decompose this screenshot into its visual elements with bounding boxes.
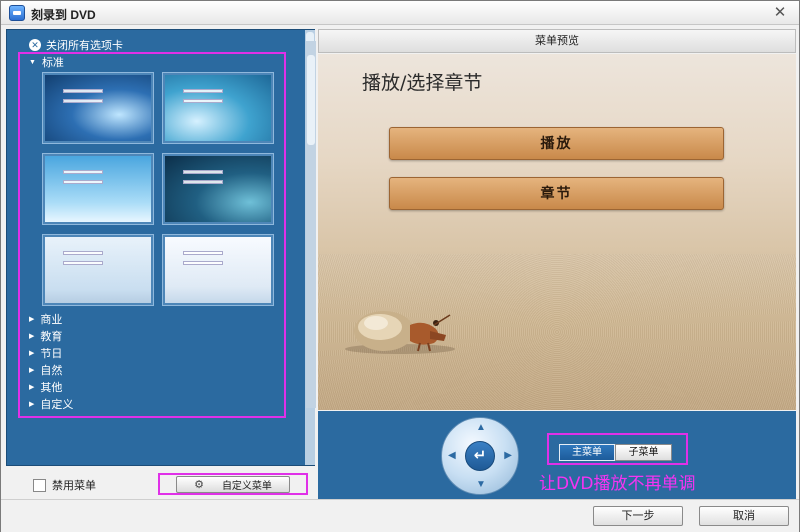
x-circle-icon: ✕	[29, 39, 41, 51]
template-thumbnail-3[interactable]	[42, 153, 154, 225]
category-label: 节日	[40, 348, 63, 360]
category-business[interactable]: ▶ 商业	[29, 311, 62, 327]
category-holiday[interactable]: ▶ 节日	[29, 345, 62, 361]
play-button[interactable]: 播放	[389, 127, 724, 160]
arrow-right-icon[interactable]: ▶	[504, 450, 512, 461]
template-thumbnail-1[interactable]	[42, 72, 154, 144]
close-window-button[interactable]: ✕	[771, 4, 789, 22]
disable-menu-toggle[interactable]: 禁用菜单	[33, 477, 96, 493]
window-title: 刻录到 DVD	[31, 8, 96, 22]
menu-preview-header: 菜单预览	[318, 29, 796, 53]
tab-main-menu[interactable]: 主菜单	[559, 444, 615, 461]
template-thumbnail-5[interactable]	[42, 234, 154, 306]
close-all-tabs[interactable]: ✕ 关闭所有选项卡	[29, 37, 123, 53]
chevron-right-icon: ▶	[29, 367, 35, 374]
chevron-right-icon: ▶	[29, 384, 35, 391]
arrow-left-icon[interactable]: ◀	[448, 450, 456, 461]
category-custom[interactable]: ▶ 自定义	[29, 396, 73, 412]
chevron-right-icon: ▶	[29, 333, 35, 340]
disable-menu-label: 禁用菜单	[52, 480, 96, 492]
category-label: 自然	[40, 365, 63, 377]
cancel-button[interactable]: 取消	[699, 506, 789, 526]
template-thumbnail-4[interactable]	[162, 153, 274, 225]
preview-scrollbar[interactable]	[306, 41, 316, 408]
app-icon	[9, 5, 25, 21]
category-label: 其他	[40, 382, 63, 394]
custom-menu-button[interactable]: ⚙ 自定义菜单	[176, 476, 290, 493]
arrow-up-icon[interactable]: ▲	[476, 422, 486, 433]
annotation-text: 让DVD播放不再单调	[539, 474, 696, 494]
burn-dvd-window: 刻录到 DVD ✕ ✕ 关闭所有选项卡 ▼ 标准 ▶ 商业 ▶ 教育 ▶ 节日 …	[0, 0, 800, 532]
dpad-control[interactable]: ▲ ▼ ◀ ▶ ↵	[441, 417, 519, 495]
category-label: 自定义	[40, 399, 74, 411]
enter-button[interactable]: ↵	[465, 441, 495, 471]
chevron-right-icon: ▶	[29, 316, 35, 323]
close-all-tabs-label: 关闭所有选项卡	[46, 40, 123, 52]
chevron-right-icon: ▶	[29, 350, 35, 357]
disable-menu-checkbox[interactable]	[33, 478, 46, 492]
menu-preview: 播放/选择章节 播放 章节	[318, 54, 796, 410]
custom-menu-label: 自定义菜单	[221, 481, 272, 492]
preview-title: 播放/选择章节	[362, 72, 483, 94]
arrow-down-icon[interactable]: ▼	[476, 479, 486, 490]
title-bar: 刻录到 DVD ✕	[1, 1, 799, 25]
chevron-right-icon: ▶	[29, 401, 35, 408]
category-label: 教育	[40, 331, 63, 343]
chapter-button[interactable]: 章节	[389, 177, 724, 210]
category-standard[interactable]: ▼ 标准	[29, 54, 64, 70]
category-nature[interactable]: ▶ 自然	[29, 362, 62, 378]
navigation-controls: ▲ ▼ ◀ ▶ ↵ 主菜单 子菜单 让DVD播放不再单调	[318, 411, 796, 499]
next-button[interactable]: 下一步	[593, 506, 683, 526]
scrollbar-thumb[interactable]	[307, 55, 315, 145]
footer-bar: 下一步 取消	[1, 499, 799, 532]
category-label: 标准	[41, 57, 64, 69]
category-label: 商业	[40, 314, 63, 326]
tab-sub-menu[interactable]: 子菜单	[615, 444, 672, 461]
hermit-crab-image	[345, 311, 455, 354]
template-panel: ✕ 关闭所有选项卡 ▼ 标准 ▶ 商业 ▶ 教育 ▶ 节日 ▶ 自然 ▶ 其他 …	[6, 29, 315, 466]
gear-icon: ⚙	[194, 479, 204, 491]
category-education[interactable]: ▶ 教育	[29, 328, 62, 344]
template-thumbnail-2[interactable]	[162, 72, 274, 144]
category-other[interactable]: ▶ 其他	[29, 379, 62, 395]
template-thumbnail-6[interactable]	[162, 234, 274, 306]
chevron-down-icon: ▼	[29, 58, 36, 66]
